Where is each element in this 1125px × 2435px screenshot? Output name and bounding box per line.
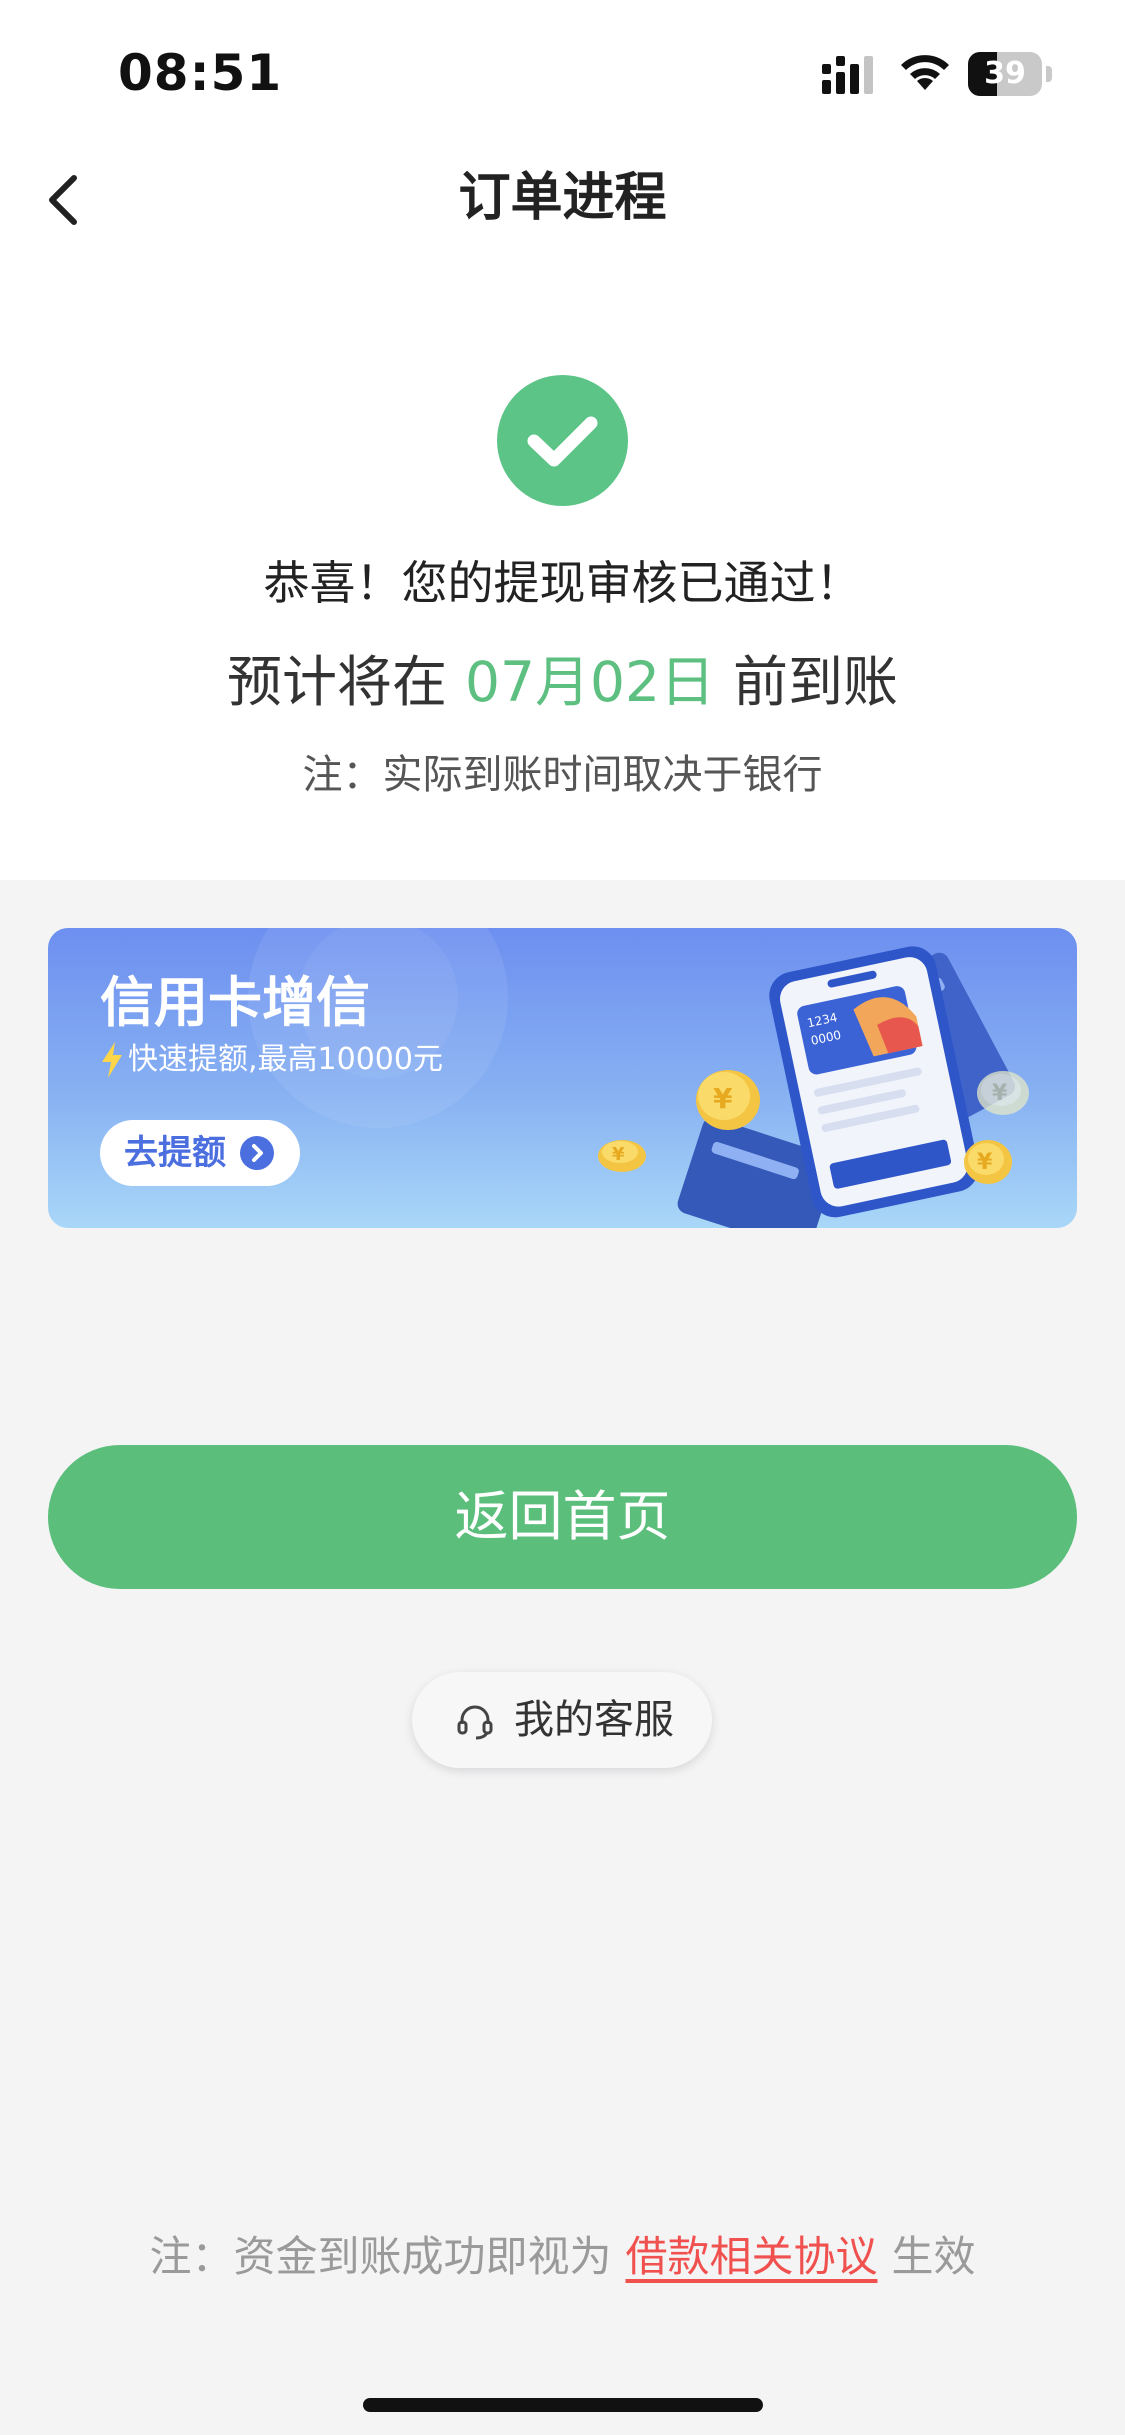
home-indicator[interactable]	[363, 2398, 763, 2412]
svg-text:¥: ¥	[992, 1081, 1008, 1106]
battery-percentage: 39	[984, 56, 1026, 91]
check-circle-icon	[497, 375, 628, 506]
arrival-date: 07月02日	[465, 650, 715, 714]
loan-agreement-link[interactable]: 借款相关协议	[625, 2232, 877, 2281]
agreement-note-prefix: 注：资金到账成功即视为	[149, 2232, 612, 2281]
wifi-icon	[901, 55, 949, 90]
arrival-estimate: 预计将在 07月02日 前到账	[0, 642, 1125, 722]
lightning-icon	[102, 1042, 122, 1078]
svg-text:¥: ¥	[713, 1082, 733, 1115]
svg-text:¥: ¥	[977, 1150, 993, 1175]
customer-service-label: 我的客服	[514, 1697, 674, 1743]
raise-limit-button[interactable]: 去提额	[100, 1120, 300, 1186]
status-time: 08:51	[118, 44, 283, 102]
customer-service-button[interactable]: 我的客服	[412, 1672, 712, 1768]
battery-indicator: 39	[968, 52, 1052, 96]
headset-icon	[457, 1705, 493, 1740]
arrival-suffix: 前到账	[732, 650, 898, 714]
banner-subtitle: 快速提额,最高10000元	[128, 1042, 443, 1077]
battery-tip	[1046, 66, 1052, 82]
return-home-button[interactable]: 返回首页	[48, 1445, 1077, 1589]
agreement-note-suffix: 生效	[891, 2232, 976, 2281]
cellular-signal-icon	[822, 56, 873, 94]
bank-timing-note: 注：实际到账时间取决于银行	[302, 752, 823, 798]
credit-card-promo-banner[interactable]: 1234 0000 ¥ ¥ ¥ ¥ 信用卡增信 快速提额,最高10000元 去提…	[48, 928, 1077, 1228]
battery-body: 39	[968, 52, 1042, 96]
raise-limit-label: 去提额	[124, 1133, 226, 1173]
chevron-right-circle-icon	[240, 1136, 274, 1170]
arrival-prefix: 预计将在	[226, 650, 447, 714]
agreement-note: 注：资金到账成功即视为 借款相关协议 生效	[0, 2222, 1125, 2292]
svg-text:¥: ¥	[612, 1144, 625, 1165]
success-message: 恭喜！您的提现审核已通过！	[263, 556, 862, 610]
banner-title: 信用卡增信	[100, 971, 370, 1034]
coin-icon: ¥	[696, 1070, 760, 1130]
page-title: 订单进程	[458, 168, 667, 228]
